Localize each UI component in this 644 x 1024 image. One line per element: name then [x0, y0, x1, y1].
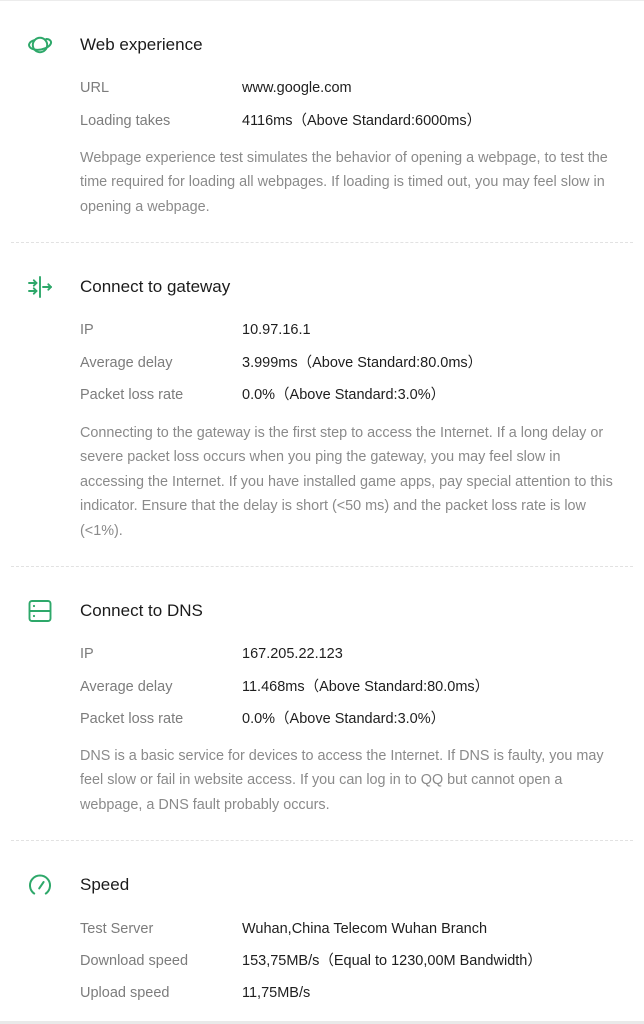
row-value: Wuhan,China Telecom Wuhan Branch — [242, 921, 488, 937]
section-header: Connect to DNS — [0, 586, 644, 634]
section-divider — [11, 840, 633, 841]
info-row-download-speed: Download speed 153,75MB/s（Equal to 1230,… — [0, 949, 644, 973]
row-value: 0.0%（Above Standard:3.0%） — [242, 711, 446, 727]
row-label: Download speed — [80, 953, 189, 969]
section-header: Connect to gateway — [0, 262, 644, 310]
row-label: IP — [80, 322, 94, 338]
section-title: Speed — [80, 875, 130, 894]
server-icon — [27, 598, 53, 624]
section-divider — [11, 242, 633, 243]
info-row-url: URL www.google.com — [0, 76, 644, 100]
info-row-average-delay: Average delay 11.468ms（Above Standard:80… — [0, 675, 644, 699]
section-web-experience: Web experience URL www.google.com Loadin… — [0, 20, 644, 220]
section-title: Connect to gateway — [80, 277, 231, 296]
section-description: Webpage experience test simulates the be… — [80, 150, 608, 215]
row-value: 4116ms（Above Standard:6000ms） — [242, 113, 482, 129]
info-row-packet-loss: Packet loss rate 0.0%（Above Standard:3.0… — [0, 383, 644, 407]
info-row-average-delay: Average delay 3.999ms（Above Standard:80.… — [0, 351, 644, 375]
row-value: 153,75MB/s（Equal to 1230,00M Bandwidth） — [242, 953, 542, 969]
section-header: Web experience — [0, 20, 644, 68]
info-row-ip: IP 10.97.16.1 — [0, 318, 644, 342]
info-row-test-server: Test Server Wuhan,China Telecom Wuhan Br… — [0, 917, 644, 941]
section-speed: Speed Test Server Wuhan,China Telecom Wu… — [0, 860, 644, 1010]
top-divider — [0, 0, 644, 1]
row-value: 10.97.16.1 — [242, 322, 311, 338]
row-label: IP — [80, 646, 94, 662]
row-label: Average delay — [80, 355, 173, 371]
section-description: Connecting to the gateway is the first s… — [80, 425, 613, 539]
row-label: Test Server — [80, 921, 154, 937]
section-dns: Connect to DNS IP 167.205.22.123 Average… — [0, 586, 644, 826]
section-description: DNS is a basic service for devices to ac… — [80, 748, 604, 813]
row-value: 167.205.22.123 — [242, 646, 343, 662]
info-row-packet-loss: Packet loss rate 0.0%（Above Standard:3.0… — [0, 707, 644, 731]
info-row-upload-speed: Upload speed 11,75MB/s — [0, 981, 644, 1005]
row-value: 11,75MB/s — [242, 985, 311, 1001]
section-title: Connect to DNS — [80, 601, 203, 620]
row-label: Packet loss rate — [80, 711, 184, 727]
row-label: Loading takes — [80, 113, 171, 129]
section-gateway: Connect to gateway IP 10.97.16.1 Average… — [0, 262, 644, 552]
gateway-arrows-icon — [27, 274, 53, 300]
section-divider — [11, 566, 633, 567]
speedometer-icon — [27, 872, 53, 898]
row-label: Packet loss rate — [80, 387, 184, 403]
row-value: 3.999ms（Above Standard:80.0ms） — [242, 355, 483, 371]
row-value: 0.0%（Above Standard:3.0%） — [242, 387, 446, 403]
row-label: Average delay — [80, 679, 173, 695]
row-label: URL — [80, 80, 110, 96]
row-value: www.google.com — [242, 80, 352, 96]
section-title: Web experience — [80, 35, 203, 54]
row-label: Upload speed — [80, 985, 170, 1001]
row-value: 11.468ms（Above Standard:80.0ms） — [242, 679, 490, 695]
info-row-ip: IP 167.205.22.123 — [0, 642, 644, 666]
section-header: Speed — [0, 860, 644, 908]
planet-icon — [27, 32, 53, 58]
info-row-loading: Loading takes 4116ms（Above Standard:6000… — [0, 109, 644, 133]
